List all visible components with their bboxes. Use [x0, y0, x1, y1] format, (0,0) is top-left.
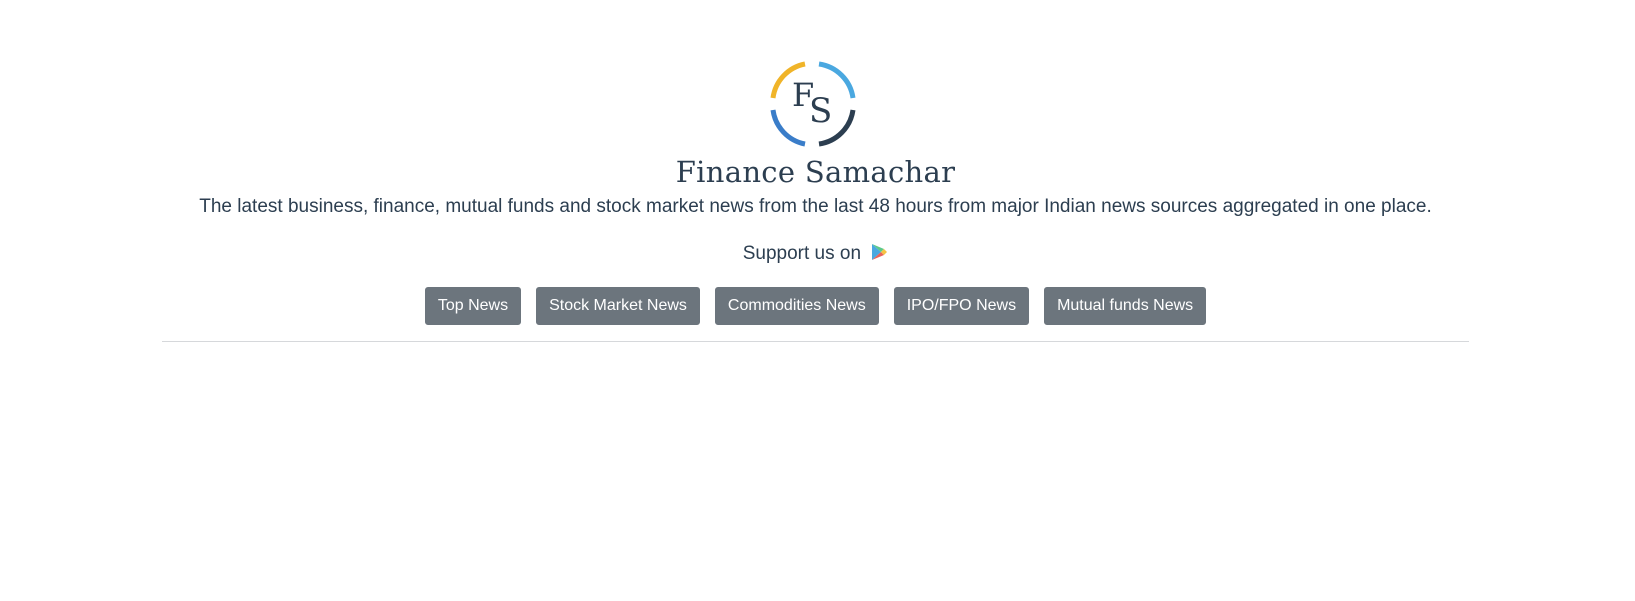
- stock-market-news-button[interactable]: Stock Market News: [536, 287, 700, 325]
- news-category-nav: Top News Stock Market News Commodities N…: [162, 287, 1469, 325]
- finance-samachar-logo: F S: [770, 61, 856, 147]
- site-tagline: The latest business, finance, mutual fun…: [199, 196, 1432, 217]
- top-news-button[interactable]: Top News: [424, 287, 522, 325]
- header-divider: [162, 341, 1469, 342]
- support-line: Support us on: [162, 242, 1469, 266]
- svg-text:S: S: [809, 91, 832, 131]
- google-play-icon: [872, 244, 888, 260]
- support-play-store-link[interactable]: Support us on: [743, 243, 889, 264]
- mutual-funds-news-button[interactable]: Mutual funds News: [1044, 287, 1207, 325]
- support-label: Support us on: [742, 243, 862, 264]
- commodities-news-button[interactable]: Commodities News: [714, 287, 879, 325]
- site-title: Finance Samachar: [675, 155, 956, 189]
- ipo-fpo-news-button[interactable]: IPO/FPO News: [893, 287, 1030, 325]
